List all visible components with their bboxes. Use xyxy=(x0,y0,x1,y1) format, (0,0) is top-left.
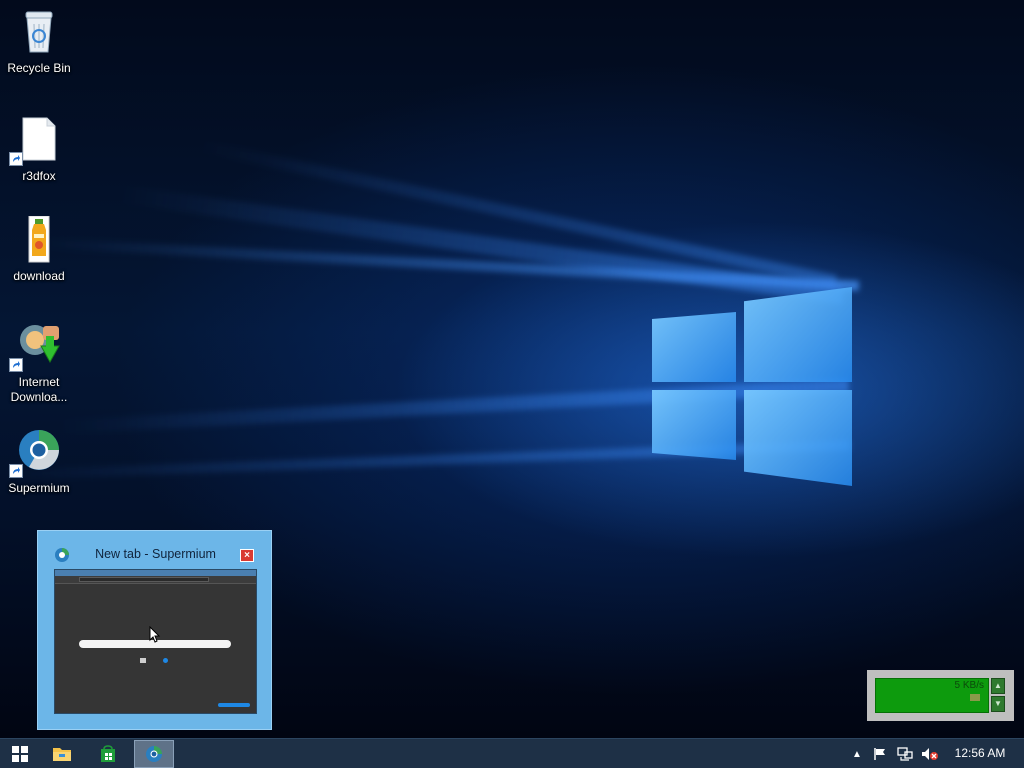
preview-title: New tab - Supermium xyxy=(95,547,216,561)
mouse-cursor-icon xyxy=(149,626,161,643)
volume-muted-icon[interactable] xyxy=(921,747,939,761)
taskbar-supermium-button[interactable] xyxy=(134,740,174,768)
network-traffic-graph: 5 KB/s xyxy=(875,678,989,713)
start-button[interactable] xyxy=(0,740,40,768)
recycle-bin-icon xyxy=(15,8,63,56)
taskbar: ▲ 12:56 AM xyxy=(0,738,1024,768)
internet-download-manager-icon xyxy=(9,322,63,372)
wallpaper-logo-pane xyxy=(744,287,852,382)
widget-collapse-button[interactable]: ▼ xyxy=(991,696,1005,712)
shortcut-arrow-icon xyxy=(9,152,23,166)
taskbar-file-explorer-button[interactable] xyxy=(42,740,82,768)
supermium-browser-icon xyxy=(146,746,162,762)
desktop-icon-supermium[interactable]: Supermium xyxy=(0,428,78,496)
desktop-icon-internet-download-manager[interactable]: Internet Downloa... xyxy=(0,322,78,405)
windows-start-icon xyxy=(12,746,28,762)
shortcut-arrow-icon xyxy=(9,358,23,372)
preview-window-thumbnail[interactable] xyxy=(54,569,257,714)
wallpaper-logo-pane xyxy=(652,312,736,382)
desktop-icon-r3dfox[interactable]: r3dfox xyxy=(0,116,78,184)
wallpaper-logo-pane xyxy=(652,390,736,460)
taskbar-store-button[interactable] xyxy=(88,740,128,768)
desktop-icon-label: Internet Downloa... xyxy=(10,375,68,404)
shortcut-arrow-icon xyxy=(9,464,23,478)
wallpaper-logo-pane xyxy=(744,390,852,486)
desktop-icon-recycle-bin[interactable]: Recycle Bin xyxy=(0,8,78,76)
system-clock[interactable]: 12:56 AM xyxy=(948,746,1012,760)
network-icon[interactable] xyxy=(897,747,913,761)
thumb-shortcut-tile xyxy=(140,658,146,663)
desktop-icon-label: Supermium xyxy=(8,481,70,495)
desktop-icon-label: download xyxy=(13,269,65,283)
action-center-flag-icon[interactable] xyxy=(872,747,888,761)
juice-bottle-icon xyxy=(15,215,63,264)
network-speed-widget[interactable]: 5 KB/s ▲ ▼ xyxy=(867,670,1014,721)
network-activity-icon xyxy=(970,694,980,701)
thumb-shortcut-tile xyxy=(163,658,168,663)
blank-file-icon xyxy=(9,116,63,166)
thumb-omnibox xyxy=(79,577,209,582)
network-speed-readout: 5 KB/s xyxy=(954,680,984,691)
store-icon xyxy=(101,745,115,762)
widget-expand-button[interactable]: ▲ xyxy=(991,678,1005,694)
desktop-wallpaper[interactable]: Recycle Bin r3dfox download Internet Dow… xyxy=(0,0,1024,738)
preview-close-button[interactable]: × xyxy=(240,549,254,562)
show-hidden-icons-chevron[interactable]: ▲ xyxy=(851,747,863,761)
taskbar-thumbnail-preview[interactable]: New tab - Supermium × xyxy=(37,530,272,730)
desktop-icon-download[interactable]: download xyxy=(0,215,78,284)
supermium-browser-icon xyxy=(9,428,63,478)
desktop-icon-label: r3dfox xyxy=(22,169,56,183)
file-explorer-icon xyxy=(53,748,71,761)
thumb-customize-chip xyxy=(218,703,250,707)
desktop-icon-label: Recycle Bin xyxy=(7,61,71,75)
